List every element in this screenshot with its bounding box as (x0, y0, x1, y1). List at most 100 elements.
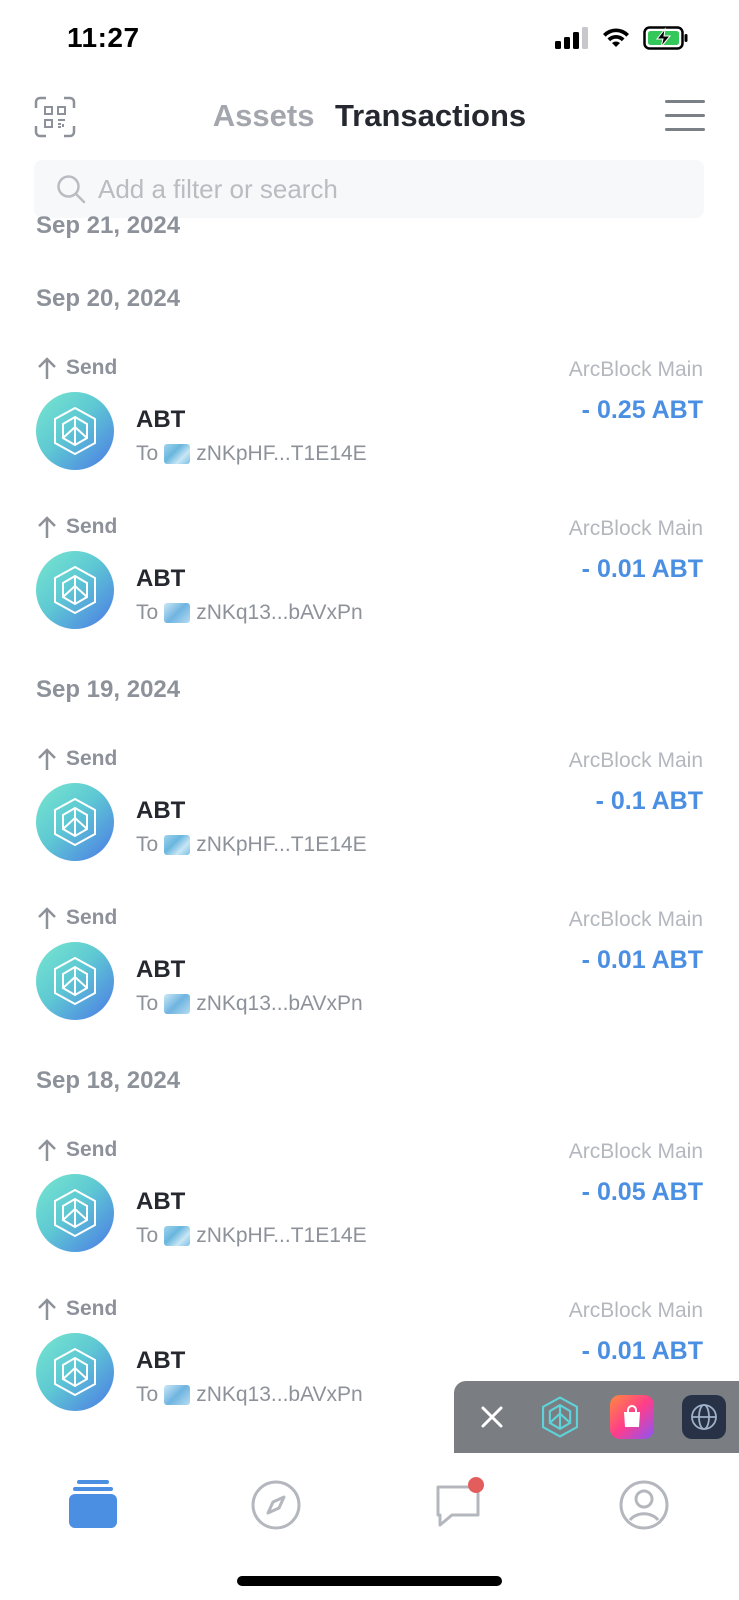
tx-amount: - 0.1 ABT (595, 787, 703, 815)
tx-type: Send (36, 356, 117, 380)
tx-address: zNKpHF...T1E14E (196, 833, 367, 856)
globe-app-icon (691, 1404, 717, 1430)
tx-to-label: To (136, 992, 159, 1015)
tx-address: zNKq13...bAVxPn (196, 1383, 363, 1406)
tx-chain: ArcBlock Main (568, 749, 703, 772)
tx-to-label: To (136, 1224, 159, 1247)
arrow-up-icon (38, 748, 56, 770)
menu-button[interactable] (665, 100, 705, 132)
tx-to-label: To (136, 833, 159, 856)
date-heading: Sep 18, 2024 (36, 1067, 181, 1094)
tx-token: ABT (136, 565, 186, 592)
tx-type: Send (36, 1138, 117, 1162)
arrow-up-icon (38, 516, 56, 538)
tx-type-label: Send (66, 747, 118, 770)
shopping-bag-icon (624, 1405, 640, 1427)
compass-icon (251, 1480, 301, 1530)
profile-icon (619, 1480, 669, 1530)
transaction-item[interactable]: Send ArcBlock Main ABT To zNKpHF...T1E14… (0, 1138, 739, 1288)
tx-address: zNKq13...bAVxPn (196, 992, 363, 1015)
chat-icon (436, 1477, 484, 1527)
menu-line (665, 100, 705, 103)
tx-recipient: To zNKpHF...T1E14E (136, 442, 367, 466)
header-tabs: Assets Transactions (0, 98, 739, 134)
tx-amount: - 0.05 ABT (581, 1178, 703, 1206)
tx-chain: ArcBlock Main (568, 1299, 703, 1322)
status-icons (555, 26, 689, 50)
tx-chain: ArcBlock Main (568, 517, 703, 540)
search-icon (57, 175, 86, 204)
transaction-item[interactable]: Send ArcBlock Main ABT To zNKpHF...T1E14… (0, 747, 739, 897)
status-bar: 11:27 (0, 0, 739, 80)
tab-profile[interactable] (614, 1475, 674, 1535)
search-bar (34, 160, 704, 218)
tx-type-label: Send (66, 1297, 118, 1320)
tx-type: Send (36, 1297, 117, 1321)
tab-wallet[interactable] (63, 1475, 123, 1535)
menu-line (665, 114, 705, 117)
abt-token-icon (36, 551, 114, 629)
tx-chain: ArcBlock Main (568, 908, 703, 931)
wallet-icon (69, 1480, 117, 1528)
wifi-icon (603, 28, 629, 47)
dock-app-abt[interactable] (538, 1395, 582, 1439)
floating-app-dock (454, 1381, 739, 1453)
tx-recipient: To zNKpHF...T1E14E (136, 1224, 367, 1248)
status-time: 11:27 (67, 22, 140, 53)
tab-explore[interactable] (246, 1475, 306, 1535)
bottom-tab-bar (0, 1453, 739, 1563)
tx-amount: - 0.25 ABT (581, 396, 703, 424)
arrow-up-icon (38, 1298, 56, 1320)
dock-app-dark[interactable] (682, 1395, 726, 1439)
date-heading: Sep 20, 2024 (36, 285, 181, 312)
address-avatar-icon (164, 994, 191, 1014)
tx-to-label: To (136, 1383, 159, 1406)
transaction-item[interactable]: Send ArcBlock Main ABT To zNKq13...bAVxP… (0, 906, 739, 1056)
tx-recipient: To zNKq13...bAVxPn (136, 601, 363, 625)
dock-app-store[interactable] (610, 1395, 654, 1439)
tx-amount: - 0.01 ABT (581, 1337, 703, 1365)
arrow-up-icon (38, 1139, 56, 1161)
tx-address: zNKq13...bAVxPn (196, 601, 363, 624)
address-avatar-icon (164, 603, 191, 623)
abt-token-icon (36, 1174, 114, 1252)
tx-recipient: To zNKpHF...T1E14E (136, 833, 367, 857)
address-avatar-icon (164, 444, 191, 464)
tx-token: ABT (136, 1188, 186, 1215)
date-heading: Sep 21, 2024 (36, 212, 181, 239)
tx-recipient: To zNKq13...bAVxPn (136, 1383, 363, 1407)
tx-amount: - 0.01 ABT (581, 946, 703, 974)
address-avatar-icon (164, 835, 191, 855)
address-avatar-icon (164, 1385, 191, 1405)
tx-chain: ArcBlock Main (568, 358, 703, 381)
abt-token-icon (36, 392, 114, 470)
tab-messages[interactable] (430, 1475, 490, 1535)
tx-type: Send (36, 747, 117, 771)
tx-recipient: To zNKq13...bAVxPn (136, 992, 363, 1016)
tab-transactions[interactable]: Transactions (335, 98, 526, 134)
abt-token-icon (36, 1333, 114, 1411)
battery-icon (643, 26, 688, 50)
tab-assets[interactable]: Assets (213, 98, 315, 134)
transaction-item[interactable]: Send ArcBlock Main ABT To zNKq13...bAVxP… (0, 515, 739, 665)
home-indicator (237, 1576, 502, 1586)
close-icon (481, 1406, 503, 1428)
tx-address: zNKpHF...T1E14E (196, 1224, 367, 1247)
tx-token: ABT (136, 1347, 186, 1374)
tx-amount: - 0.01 ABT (581, 555, 703, 583)
arrow-up-icon (38, 907, 56, 929)
tx-address: zNKpHF...T1E14E (196, 442, 367, 465)
tx-to-label: To (136, 442, 159, 465)
tx-type-label: Send (66, 1138, 118, 1161)
tx-type: Send (36, 906, 117, 930)
tx-token: ABT (136, 406, 186, 433)
tx-type: Send (36, 515, 117, 539)
abt-token-icon (36, 942, 114, 1020)
transaction-item[interactable]: Send ArcBlock Main ABT To zNKpHF...T1E14… (0, 356, 739, 506)
header: Assets Transactions (0, 88, 739, 152)
tx-token: ABT (136, 797, 186, 824)
search-input[interactable] (98, 160, 678, 218)
abt-token-icon (36, 783, 114, 861)
dock-close-button[interactable] (474, 1399, 510, 1435)
arrow-up-icon (38, 357, 56, 379)
